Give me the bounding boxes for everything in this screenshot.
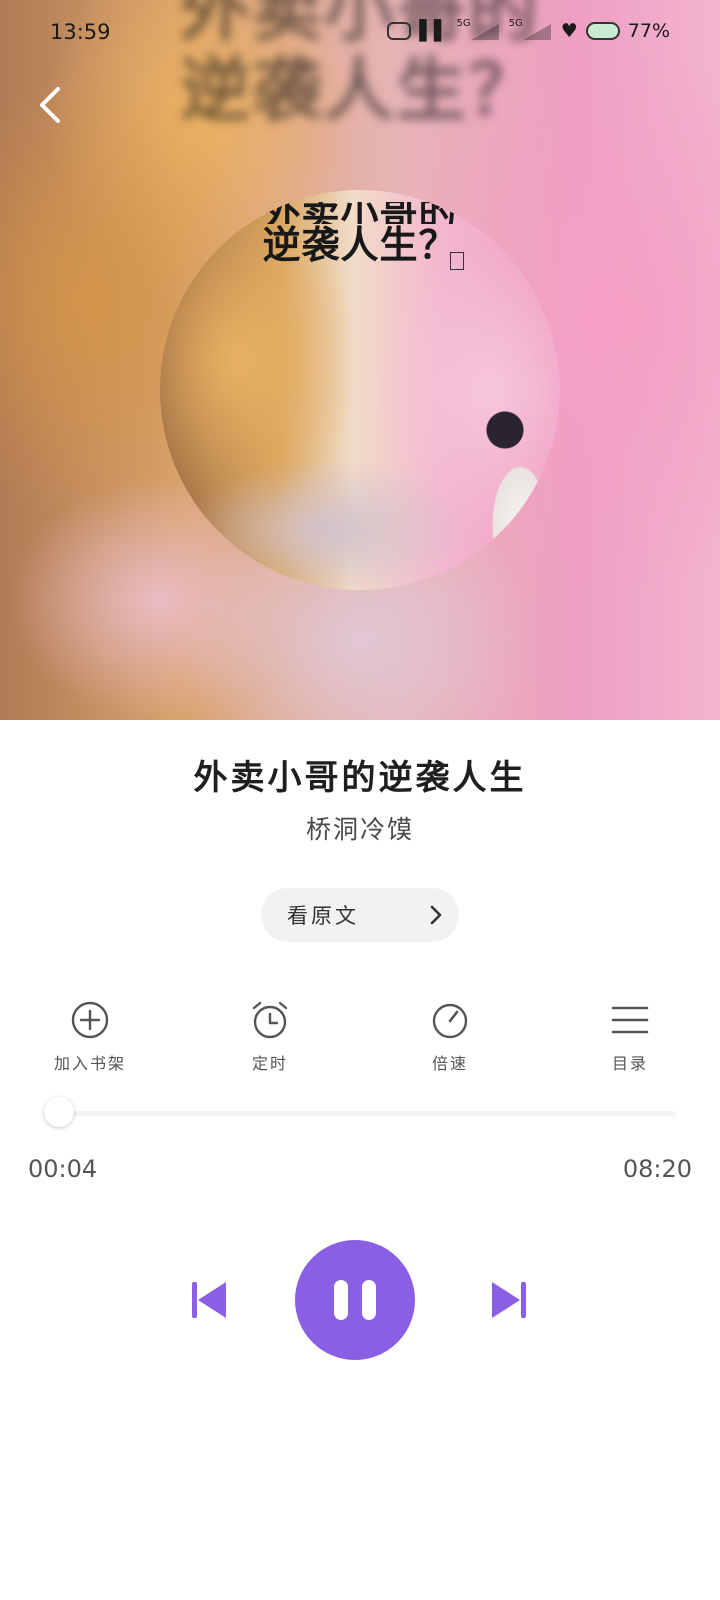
catalog-label: 目录 xyxy=(611,1054,648,1073)
menu-list-icon xyxy=(611,1006,649,1034)
cover-background: 外卖小哥的 逆袭人生？ 13:59 ▌▌ 5G 5G ♥ 77% 外卖小哥的 逆… xyxy=(0,0,720,720)
plus-circle-icon xyxy=(71,1001,109,1039)
player-toolbar: 加入书架 定时 倍速 目录 xyxy=(0,1000,720,1080)
chevron-left-icon xyxy=(40,87,60,123)
back-button[interactable] xyxy=(24,80,74,130)
network-type-2: 5G xyxy=(508,17,523,29)
alarm-clock-icon xyxy=(252,1001,288,1039)
battery-icon xyxy=(585,22,620,40)
status-bar: 13:59 ▌▌ 5G 5G ♥ 77% xyxy=(0,0,720,68)
catalog-button[interactable]: 目录 xyxy=(570,1000,690,1074)
app-notification-icon xyxy=(387,22,412,40)
pause-icon xyxy=(362,1280,376,1320)
pause-button[interactable] xyxy=(295,1240,415,1360)
total-time: 08:20 xyxy=(622,1155,692,1183)
previous-chapter-button[interactable] xyxy=(188,1278,232,1322)
progress-track xyxy=(44,1111,676,1116)
signal-icon xyxy=(470,22,501,40)
current-time: 00:04 xyxy=(28,1155,98,1183)
skip-next-icon xyxy=(492,1282,526,1318)
cover-title: 外卖小哥的 逆袭人生？ xyxy=(262,202,458,267)
next-chapter-button[interactable] xyxy=(486,1278,530,1322)
status-icons: ▌▌ 5G 5G ♥ 77% xyxy=(387,17,670,42)
timer-button[interactable]: 定时 xyxy=(210,1000,330,1074)
cover-seal-stamp xyxy=(450,252,464,270)
chevron-right-icon xyxy=(430,905,442,925)
status-time: 13:59 xyxy=(50,20,111,44)
earbuds-icon: ▌▌ xyxy=(419,20,449,42)
read-original-button[interactable]: 看原文 xyxy=(261,888,459,942)
signal-icon xyxy=(522,22,553,40)
timer-label: 定时 xyxy=(251,1054,288,1073)
shield-icon: ♥ xyxy=(560,20,578,42)
book-title: 外卖小哥的逆袭人生 xyxy=(193,758,527,798)
speed-gauge-icon xyxy=(432,1003,468,1039)
speed-button[interactable]: 倍速 xyxy=(390,1000,510,1074)
network-type-1: 5G xyxy=(456,17,471,29)
battery-level: 77% xyxy=(627,20,670,42)
add-to-shelf-label: 加入书架 xyxy=(53,1054,126,1073)
add-to-shelf-button[interactable]: 加入书架 xyxy=(30,1000,150,1074)
album-cover-disc: 外卖小哥的 逆袭人生？ xyxy=(160,190,560,590)
book-author: 桥洞冷馍 xyxy=(305,815,414,844)
speed-label: 倍速 xyxy=(431,1054,468,1073)
skip-previous-icon xyxy=(192,1282,226,1318)
progress-slider[interactable] xyxy=(44,1097,676,1127)
read-original-label: 看原文 xyxy=(287,904,359,928)
pause-icon xyxy=(334,1280,348,1320)
progress-handle[interactable] xyxy=(44,1097,75,1127)
